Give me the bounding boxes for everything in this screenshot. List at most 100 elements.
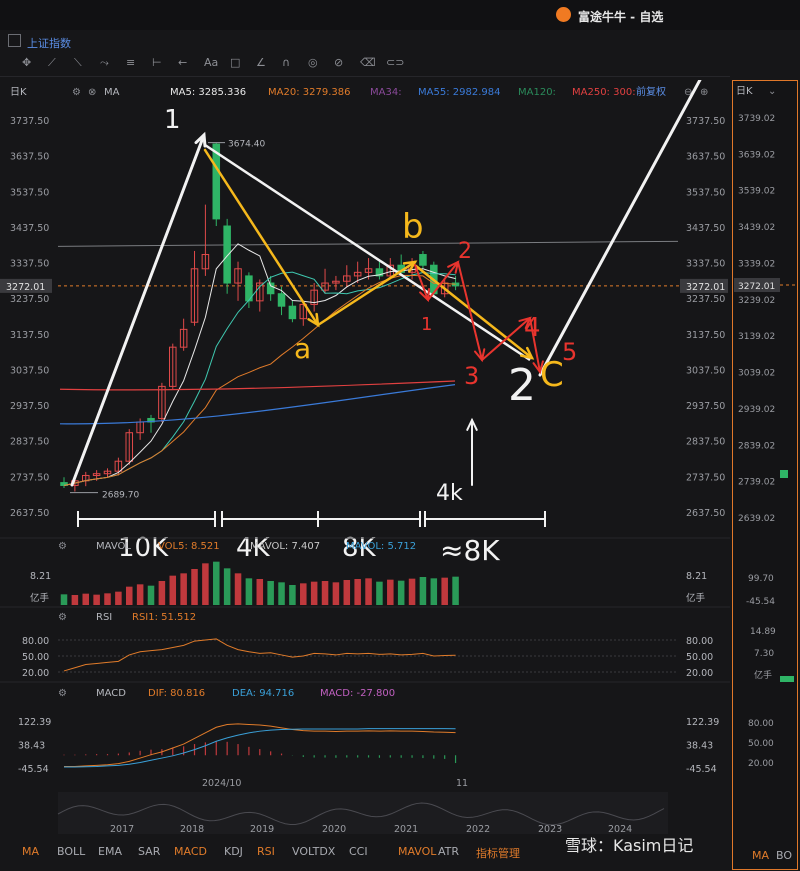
- price-tick-right: 2937.50: [686, 401, 725, 412]
- rsi-tick-left: 50.00: [22, 652, 49, 663]
- drawing-tool-icon[interactable]: ⊂⊃: [386, 56, 404, 69]
- hand-label-r3: 3: [464, 362, 479, 390]
- tab-ma[interactable]: MA: [22, 845, 39, 858]
- right-price-tick: 3239.02: [738, 296, 775, 306]
- macd-indicator-label: MACD: [96, 688, 126, 699]
- overview-strip[interactable]: [58, 792, 668, 834]
- volume-bar: [408, 578, 416, 605]
- overview-year-label: 2021: [394, 824, 418, 835]
- volume-unit-right: 亿手: [686, 592, 706, 604]
- zoom-in-icon[interactable]: ⊕: [700, 87, 708, 98]
- volume-bar: [397, 580, 405, 605]
- hand-label-r5: 5: [562, 338, 577, 366]
- volume-bar: [223, 568, 231, 605]
- hand-label-1: 1: [164, 105, 181, 135]
- drawing-tool-icon[interactable]: ⊘: [334, 56, 343, 69]
- macd-legend-item: DIF: 80.816: [148, 688, 205, 699]
- drawing-tool-icon[interactable]: □: [230, 56, 240, 69]
- tab-kdj[interactable]: KDJ: [224, 845, 243, 858]
- wave-a-arrow: [203, 148, 320, 327]
- rsi-settings-icon[interactable]: ⚙: [58, 612, 67, 623]
- drawing-tool-icon[interactable]: Aa: [204, 56, 218, 69]
- period-label[interactable]: 日K: [10, 87, 27, 98]
- tab-mavol[interactable]: MAVOL: [398, 845, 436, 858]
- volume-bar: [104, 593, 111, 605]
- drawing-tool-icon[interactable]: ◎: [308, 56, 318, 69]
- overview-year-label: 2017: [110, 824, 134, 835]
- tab-sar[interactable]: SAR: [138, 845, 160, 858]
- macd-tick-right: 38.43: [686, 740, 713, 751]
- macd-tick-left: -45.54: [18, 764, 49, 775]
- drawing-tool-icon[interactable]: ←: [178, 56, 187, 69]
- tab-boll[interactable]: BOLL: [57, 845, 85, 858]
- volume-legend-item: MAVOL: 5.712: [346, 541, 416, 552]
- volume-settings-icon[interactable]: ⚙: [58, 541, 67, 552]
- settings-icon[interactable]: ⚙: [72, 87, 81, 98]
- tab-cci[interactable]: CCI: [349, 845, 368, 858]
- right-period-label[interactable]: 日K: [736, 86, 753, 97]
- volume-legend-item: MAVOL: 7.407: [250, 541, 320, 552]
- drawing-tool-icon[interactable]: ⟍: [74, 56, 82, 70]
- drawing-tool-icon[interactable]: ⊢: [152, 56, 162, 69]
- drawing-tool-icon[interactable]: ≡: [126, 56, 135, 69]
- right-rsi-tick: 7.30: [754, 649, 774, 659]
- right-macd-tick: 20.00: [748, 759, 774, 769]
- hand-label-r2: 2: [458, 239, 472, 264]
- close-icon[interactable]: ⊗: [88, 87, 96, 98]
- handwritten-annotations: 13baC2213454k10K4K8K≈8K: [70, 80, 702, 567]
- volume-bar: [365, 578, 372, 605]
- drawing-tool-icon[interactable]: ⟋: [48, 56, 56, 70]
- overview-year-label: 2023: [538, 824, 562, 835]
- volume-bar: [158, 581, 166, 605]
- price-grid: 3737.50 3737.50 3637.50 3637.50 3537.50 3537.…: [10, 116, 725, 519]
- right-rsi-tick: 亿手: [754, 669, 772, 681]
- hand-label-2-big: 2: [508, 360, 536, 411]
- macd-settings-icon[interactable]: ⚙: [58, 688, 67, 699]
- price-tick-right: 3037.50: [686, 365, 725, 376]
- tab-voltdx[interactable]: VOLTDX: [292, 845, 335, 858]
- price-tick-right: 3737.50: [686, 116, 725, 127]
- tab-ema[interactable]: EMA: [98, 845, 122, 858]
- hand-label-b: b: [402, 207, 424, 247]
- right-tab-boll[interactable]: BO: [776, 849, 792, 862]
- time-label: 2024/10: [202, 778, 241, 789]
- price-tick-left: 3237.50: [10, 294, 49, 305]
- right-period-chevron-icon[interactable]: ⌄: [768, 86, 776, 97]
- macd-tick-left: 122.39: [18, 717, 51, 728]
- main-chart[interactable]: 日K ⚙ ⊗ MA MA5: 3285.336 MA20: 3279.386 MA34: M…: [0, 80, 730, 840]
- volume-bar: [354, 579, 361, 605]
- right-price-tick: 3739.02: [738, 114, 775, 124]
- volume-bar: [300, 583, 307, 605]
- adjust-label[interactable]: 前复权: [636, 85, 666, 98]
- right-vol-tick: 99.70: [748, 574, 774, 584]
- price-tick-left: 3737.50: [10, 116, 49, 127]
- price-tick-left: 2937.50: [10, 401, 49, 412]
- ma-legend-item: MA120:: [518, 87, 556, 98]
- drawing-tool-icon[interactable]: ∩: [282, 56, 290, 69]
- drawing-tool-icon[interactable]: ✥: [22, 56, 31, 69]
- hand-label-r1: 1: [421, 314, 432, 335]
- ma-legend-item: MA55: 2982.984: [418, 87, 500, 98]
- tab-指标管理[interactable]: 指标管理: [476, 845, 520, 861]
- overview-year-label: 2018: [180, 824, 204, 835]
- right-tab-ma[interactable]: MA: [752, 849, 769, 862]
- drawing-tool-icon[interactable]: ⌫: [360, 56, 376, 69]
- tab-rsi[interactable]: RSI: [257, 845, 275, 858]
- tab-atr[interactable]: ATR: [438, 845, 459, 858]
- right-price-tick: 3339.02: [738, 259, 775, 269]
- macd-tick-right: 122.39: [686, 717, 719, 728]
- symbol-name[interactable]: 上证指数: [27, 35, 71, 51]
- candle-body: [288, 305, 297, 320]
- candles: [60, 142, 460, 492]
- right-price-tick: 3039.02: [738, 369, 775, 379]
- volume-bar: [441, 577, 448, 605]
- volume-bar: [452, 576, 459, 605]
- sidebar-toggle-icon[interactable]: [8, 34, 21, 47]
- rsi-tick-right: 50.00: [686, 652, 713, 663]
- drawing-tool-icon[interactable]: ∠: [256, 56, 266, 69]
- tab-macd[interactable]: MACD: [174, 845, 207, 858]
- price-tick-right: 3537.50: [686, 187, 725, 198]
- volume-bar: [125, 586, 133, 605]
- right-chart-svg: 日K ⌄ 3739.02 3639.02 3539.02 3439.02 3339.02 32…: [734, 86, 798, 862]
- drawing-tool-icon[interactable]: ⤳: [100, 56, 109, 70]
